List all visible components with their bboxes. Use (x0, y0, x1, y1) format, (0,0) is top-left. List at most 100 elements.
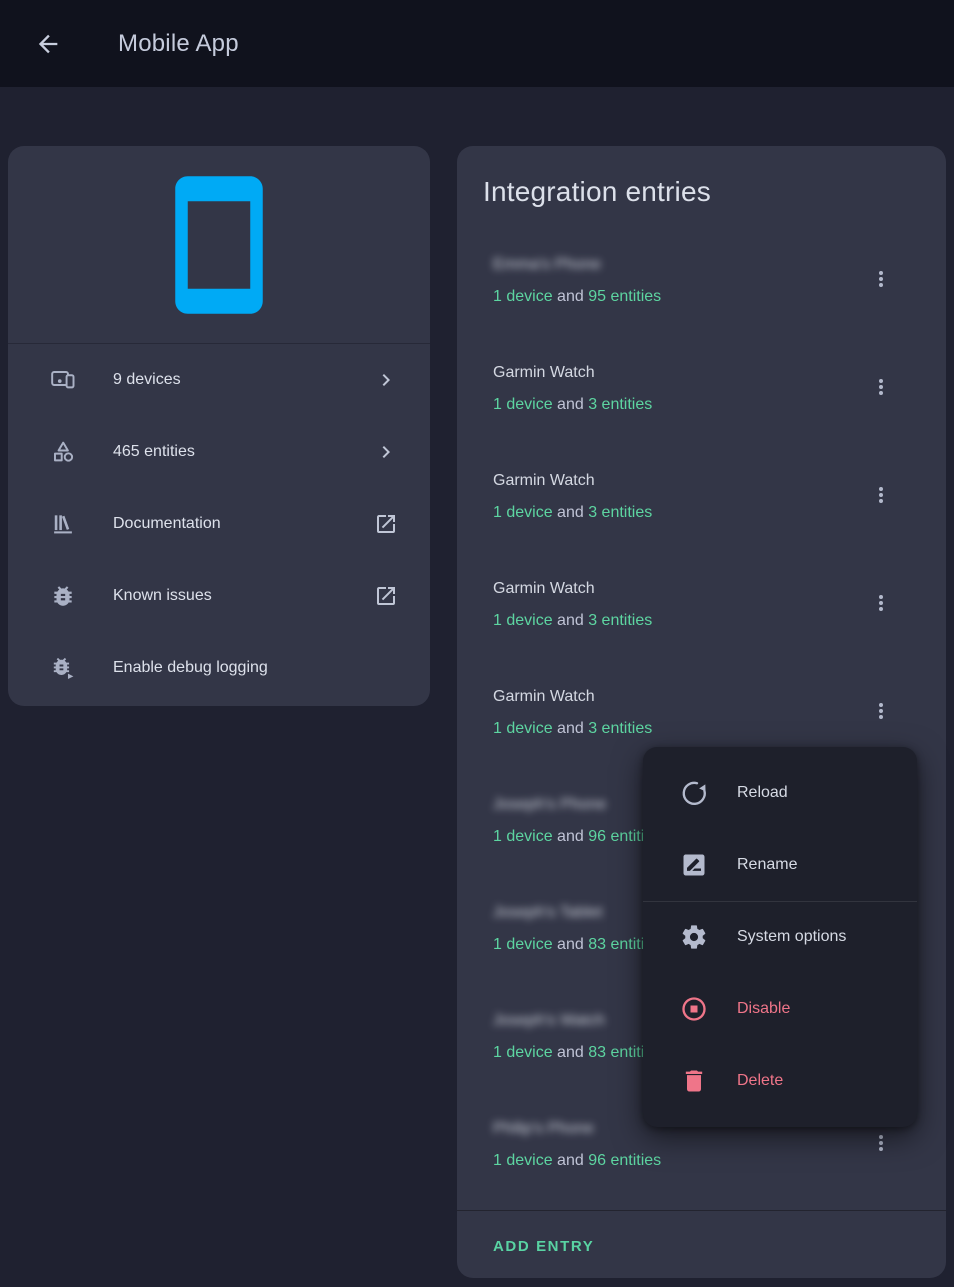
entities-label: 465 entities (113, 443, 374, 461)
footer-divider (457, 1210, 946, 1211)
device-count-link[interactable]: 1 device (493, 1044, 553, 1061)
sidebar-item-debug-logging[interactable]: Enable debug logging (8, 632, 430, 704)
entry-name: Garmin Watch (493, 685, 595, 709)
subtitle-and: and (557, 612, 584, 629)
subtitle-and: and (557, 504, 584, 521)
sidebar-item-documentation[interactable]: Documentation (8, 488, 430, 560)
menu-item-system-options[interactable]: System options (643, 901, 917, 973)
menu-divider (643, 901, 917, 902)
entry-menu-button[interactable] (861, 367, 901, 407)
bookshelf-icon (50, 511, 76, 537)
entry-menu-button[interactable] (861, 259, 901, 299)
entry-name: Joseph's Phone (493, 793, 606, 817)
entry-name: Garmin Watch (493, 469, 595, 493)
sidebar-item-entities[interactable]: 465 entities (8, 416, 430, 488)
entity-count-link[interactable]: 3 entities (588, 720, 652, 737)
open-in-new-icon (374, 584, 398, 608)
cellphone-icon (144, 170, 294, 320)
back-button[interactable] (26, 22, 70, 66)
device-count-link[interactable]: 1 device (493, 612, 553, 629)
open-in-new-icon (374, 512, 398, 536)
kebab-menu-icon (869, 1131, 893, 1155)
subtitle-and: and (557, 720, 584, 737)
spacer (374, 656, 398, 680)
entry-menu-button[interactable] (861, 691, 901, 731)
entity-count-link[interactable]: 3 entities (588, 396, 652, 413)
documentation-label: Documentation (113, 515, 374, 533)
top-app-bar: Mobile App (0, 0, 954, 87)
entry-name: Joseph's Tablet (493, 901, 603, 925)
entity-count-link[interactable]: 95 entities (588, 288, 661, 305)
integration-logo-area (8, 146, 430, 344)
entry-name: Garmin Watch (493, 577, 595, 601)
menu-item-label: System options (737, 928, 846, 946)
device-count-link[interactable]: 1 device (493, 396, 553, 413)
device-count-link[interactable]: 1 device (493, 1152, 553, 1169)
entry-subtitle: 1 device and 3 entities (493, 609, 652, 633)
entry-name: Joseph's Watch (493, 1009, 605, 1033)
entry-row: Garmin Watch 1 device and 3 entities (457, 459, 946, 567)
menu-item-delete[interactable]: Delete (643, 1045, 917, 1117)
entry-row: Emma's Phone 1 device and 95 entities (457, 243, 946, 351)
entry-menu-button[interactable] (861, 1123, 901, 1163)
entity-count-link[interactable]: 3 entities (588, 504, 652, 521)
card-title: Integration entries (457, 146, 946, 208)
rename-box-icon (679, 850, 709, 880)
kebab-menu-icon (869, 699, 893, 723)
entry-menu-button[interactable] (861, 583, 901, 623)
add-entry-button[interactable]: ADD ENTRY (481, 1226, 606, 1266)
device-count-link[interactable]: 1 device (493, 828, 553, 845)
bug-play-icon (50, 655, 76, 681)
cog-icon (679, 922, 709, 952)
device-count-link[interactable]: 1 device (493, 720, 553, 737)
device-count-link[interactable]: 1 device (493, 288, 553, 305)
menu-item-label: Rename (737, 856, 797, 874)
device-count-link[interactable]: 1 device (493, 504, 553, 521)
bug-icon (50, 583, 76, 609)
entity-count-link[interactable]: 3 entities (588, 612, 652, 629)
kebab-menu-icon (869, 591, 893, 615)
kebab-menu-icon (869, 483, 893, 507)
entry-subtitle: 1 device and 3 entities (493, 393, 652, 417)
menu-item-rename[interactable]: Rename (643, 829, 917, 901)
entry-context-menu: Reload Rename System options Disable De (643, 747, 917, 1127)
devices-label: 9 devices (113, 371, 374, 389)
reload-icon (679, 778, 709, 808)
subtitle-and: and (557, 1044, 584, 1061)
page-title: Mobile App (118, 30, 239, 58)
entry-name: Garmin Watch (493, 361, 595, 385)
arrow-left-icon (34, 30, 62, 58)
integration-info-card: 9 devices 465 entities (8, 146, 430, 706)
entity-count-link[interactable]: 96 entities (588, 1152, 661, 1169)
chevron-right-icon (374, 368, 398, 392)
subtitle-and: and (557, 1152, 584, 1169)
subtitle-and: and (557, 288, 584, 305)
entry-name: Emma's Phone (493, 253, 601, 277)
debug-logging-label: Enable debug logging (113, 659, 374, 677)
chevron-right-icon (374, 440, 398, 464)
known-issues-label: Known issues (113, 587, 374, 605)
entry-subtitle: 1 device and 95 entities (493, 285, 661, 309)
menu-item-disable[interactable]: Disable (643, 973, 917, 1045)
entry-row: Garmin Watch 1 device and 3 entities (457, 351, 946, 459)
menu-item-label: Delete (737, 1072, 783, 1090)
entry-menu-button[interactable] (861, 475, 901, 515)
entry-subtitle: 1 device and 3 entities (493, 717, 652, 741)
mobile-app-integration-page: Mobile App 9 devices (0, 0, 954, 1287)
menu-item-label: Disable (737, 1000, 790, 1018)
subtitle-and: and (557, 936, 584, 953)
subtitle-and: and (557, 396, 584, 413)
entry-subtitle: 1 device and 83 entities (493, 933, 661, 957)
sidebar-item-devices[interactable]: 9 devices (8, 344, 430, 416)
entry-subtitle: 1 device and 83 entities (493, 1041, 661, 1065)
sidebar-item-known-issues[interactable]: Known issues (8, 560, 430, 632)
device-count-link[interactable]: 1 device (493, 936, 553, 953)
subtitle-and: and (557, 828, 584, 845)
entry-subtitle: 1 device and 96 entities (493, 1149, 661, 1173)
delete-icon (679, 1066, 709, 1096)
entry-row: Garmin Watch 1 device and 3 entities (457, 567, 946, 675)
kebab-menu-icon (869, 267, 893, 291)
menu-item-reload[interactable]: Reload (643, 757, 917, 829)
kebab-menu-icon (869, 375, 893, 399)
stop-circle-icon (679, 994, 709, 1024)
